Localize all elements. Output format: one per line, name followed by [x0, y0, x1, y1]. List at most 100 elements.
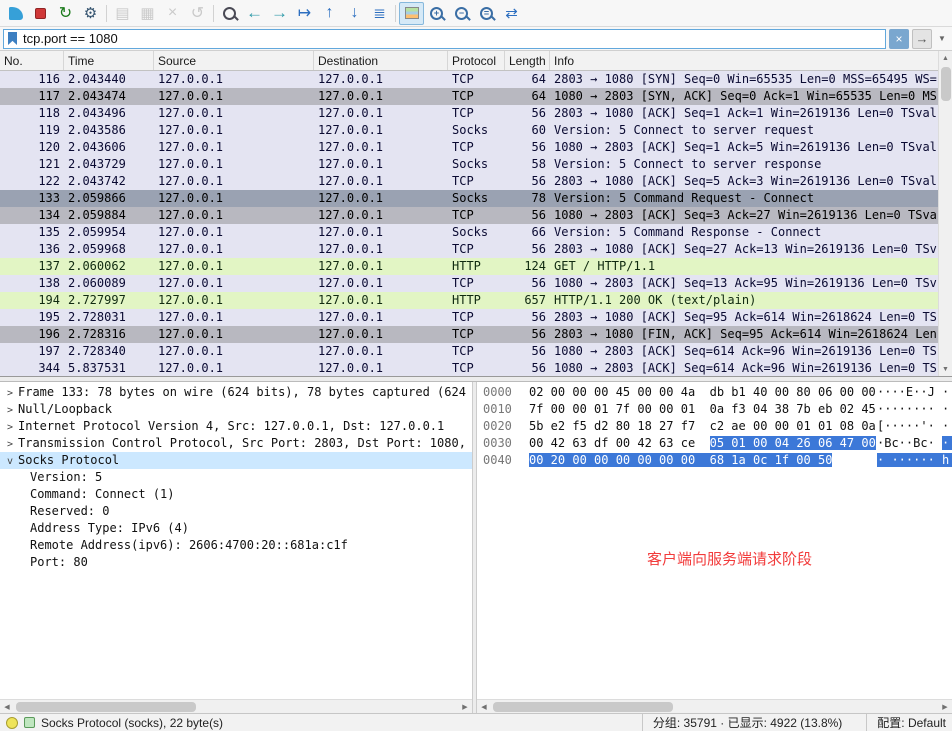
collapse-arrow-icon[interactable]: >	[2, 385, 18, 402]
detail-line[interactable]: vSocks Protocol	[0, 452, 472, 469]
detail-line[interactable]: >Internet Protocol Version 4, Src: 127.0…	[0, 418, 472, 435]
packet-list-scrollbar[interactable]: ▲ ▼	[938, 51, 952, 376]
packet-row[interactable]: 1372.060062127.0.0.1127.0.0.1HTTP124GET …	[0, 258, 938, 275]
detail-line[interactable]: >Null/Loopback	[0, 401, 472, 418]
scrollbar-thumb[interactable]	[16, 702, 196, 712]
zoom-in-button[interactable]: +	[424, 2, 449, 25]
hex-line[interactable]: 000002 00 00 00 45 00 00 4a db b1 40 00 …	[483, 384, 952, 401]
stop-capture-button[interactable]	[28, 2, 53, 25]
hex-bytes[interactable]: 02 00 00 00 45 00 00 4a db b1 40 00 80 0…	[529, 384, 877, 401]
detail-line[interactable]: >Frame 133: 78 bytes on wire (624 bits),…	[0, 384, 472, 401]
column-header-info[interactable]: Info	[550, 51, 938, 70]
capture-options-button[interactable]: ⚙	[78, 2, 103, 25]
scroll-right-icon[interactable]: ▶	[938, 700, 952, 714]
collapse-arrow-icon[interactable]: >	[2, 402, 18, 419]
packet-row[interactable]: 1342.059884127.0.0.1127.0.0.1TCP561080 →…	[0, 207, 938, 224]
column-header-time[interactable]: Time	[64, 51, 154, 70]
cell-time: 2.043496	[64, 105, 154, 122]
hex-bytes[interactable]: 5b e2 f5 d2 80 18 27 f7 c2 ae 00 00 01 0…	[529, 418, 877, 435]
hex-ascii[interactable]: [·····'· ········	[877, 419, 952, 433]
display-filter-input[interactable]: tcp.port == 1080	[3, 29, 886, 49]
column-header-source[interactable]: Source	[154, 51, 314, 70]
hex-bytes[interactable]: 00 20 00 00 00 00 00 00 68 1a 0c 1f 00 5…	[529, 452, 877, 469]
scroll-left-icon[interactable]: ◀	[0, 700, 14, 714]
hex-ascii[interactable]: ····E··J ··@·····	[877, 385, 952, 399]
column-header-destination[interactable]: Destination	[314, 51, 448, 70]
capture-comment-icon[interactable]	[24, 717, 35, 728]
expand-arrow-icon[interactable]: v	[2, 453, 18, 470]
column-header-protocol[interactable]: Protocol	[448, 51, 505, 70]
open-file-button[interactable]: ▤	[110, 2, 135, 25]
collapse-arrow-icon[interactable]: >	[2, 419, 18, 436]
packet-row[interactable]: 1192.043586127.0.0.1127.0.0.1Socks60Vers…	[0, 122, 938, 139]
packet-row[interactable]: 3445.837531127.0.0.1127.0.0.1TCP561080 →…	[0, 360, 938, 377]
go-forward-button[interactable]: →	[267, 2, 292, 25]
column-header-length[interactable]: Length	[505, 51, 550, 70]
hex-ascii[interactable]: · ······ h····P	[877, 453, 952, 467]
details-hscroll-track[interactable]	[14, 700, 458, 713]
status-profile[interactable]: 配置: Default	[866, 714, 946, 731]
zoom-out-button[interactable]: −	[449, 2, 474, 25]
start-capture-button[interactable]	[3, 2, 28, 25]
hex-line[interactable]: 00205b e2 f5 d2 80 18 27 f7 c2 ae 00 00 …	[483, 418, 952, 435]
restart-capture-button[interactable]: ↻	[53, 2, 78, 25]
filter-bookmark-icon[interactable]	[8, 32, 17, 45]
hex-line[interactable]: 00107f 00 00 01 7f 00 00 01 0a f3 04 38 …	[483, 401, 952, 418]
filter-apply-button[interactable]: →	[912, 29, 932, 49]
filter-dropdown-icon[interactable]: ▼	[935, 29, 949, 49]
scroll-up-icon[interactable]: ▲	[939, 51, 952, 65]
scroll-right-icon[interactable]: ▶	[458, 700, 472, 714]
packet-row[interactable]: 1942.727997127.0.0.1127.0.0.1HTTP657HTTP…	[0, 292, 938, 309]
hex-bytes[interactable]: 7f 00 00 01 7f 00 00 01 0a f3 04 38 7b e…	[529, 401, 877, 418]
packet-row[interactable]: 1352.059954127.0.0.1127.0.0.1Socks66Vers…	[0, 224, 938, 241]
go-back-button[interactable]: ←	[242, 2, 267, 25]
reload-file-button[interactable]: ↺	[185, 2, 210, 25]
scrollbar-thumb[interactable]	[941, 67, 951, 101]
hex-bytes[interactable]: 00 42 63 df 00 42 63 ce 05 01 00 04 26 0…	[529, 435, 877, 452]
detail-line[interactable]: Reserved: 0	[0, 503, 472, 520]
scroll-down-icon[interactable]: ▼	[939, 362, 952, 376]
filter-text[interactable]: tcp.port == 1080	[23, 31, 881, 46]
detail-line[interactable]: Port: 80	[0, 554, 472, 571]
expert-info-icon[interactable]	[6, 717, 18, 729]
column-header-no[interactable]: No.	[0, 51, 64, 70]
hex-ascii[interactable]: ········ ···8{··E	[877, 402, 952, 416]
go-to-packet-button[interactable]: ↦	[292, 2, 317, 25]
colorize-packets-button[interactable]	[399, 2, 424, 25]
auto-scroll-button[interactable]: ≣	[367, 2, 392, 25]
packet-row[interactable]: 1362.059968127.0.0.1127.0.0.1TCP562803 →…	[0, 241, 938, 258]
detail-line[interactable]: Remote Address(ipv6): 2606:4700:20::681a…	[0, 537, 472, 554]
packet-row[interactable]: 1212.043729127.0.0.1127.0.0.1Socks58Vers…	[0, 156, 938, 173]
packet-row[interactable]: 1382.060089127.0.0.1127.0.0.1TCP561080 →…	[0, 275, 938, 292]
hex-ascii[interactable]: ·Bc··Bc· ····&·G·	[877, 436, 952, 450]
save-file-button[interactable]: ▦	[135, 2, 160, 25]
packet-row[interactable]: 1202.043606127.0.0.1127.0.0.1TCP561080 →…	[0, 139, 938, 156]
packet-row[interactable]: 1332.059866127.0.0.1127.0.0.1Socks78Vers…	[0, 190, 938, 207]
detail-line[interactable]: Address Type: IPv6 (4)	[0, 520, 472, 537]
find-packet-button[interactable]	[217, 2, 242, 25]
detail-line[interactable]: Version: 5	[0, 469, 472, 486]
detail-line[interactable]: Command: Connect (1)	[0, 486, 472, 503]
hex-line[interactable]: 003000 42 63 df 00 42 63 ce 05 01 00 04 …	[483, 435, 952, 452]
packet-row[interactable]: 1952.728031127.0.0.1127.0.0.1TCP562803 →…	[0, 309, 938, 326]
resize-columns-button[interactable]: ⇄	[499, 2, 524, 25]
go-last-packet-button[interactable]: ↓	[342, 2, 367, 25]
packet-row[interactable]: 1972.728340127.0.0.1127.0.0.1TCP561080 →…	[0, 343, 938, 360]
scroll-left-icon[interactable]: ◀	[477, 700, 491, 714]
filter-clear-button[interactable]: ×	[889, 29, 909, 49]
packet-row[interactable]: 1962.728316127.0.0.1127.0.0.1TCP562803 →…	[0, 326, 938, 343]
packet-row[interactable]: 1222.043742127.0.0.1127.0.0.1TCP562803 →…	[0, 173, 938, 190]
go-first-packet-button[interactable]: ↑	[317, 2, 342, 25]
detail-line[interactable]: >Transmission Control Protocol, Src Port…	[0, 435, 472, 452]
collapse-arrow-icon[interactable]: >	[2, 436, 18, 453]
packet-row[interactable]: 1162.043440127.0.0.1127.0.0.1TCP642803 →…	[0, 71, 938, 88]
close-file-button[interactable]: ×	[160, 2, 185, 25]
hex-line[interactable]: 004000 20 00 00 00 00 00 00 68 1a 0c 1f …	[483, 452, 952, 469]
packet-row[interactable]: 1182.043496127.0.0.1127.0.0.1TCP562803 →…	[0, 105, 938, 122]
bytes-hscrollbar[interactable]: ◀ ▶	[477, 699, 952, 713]
details-hscrollbar[interactable]: ◀ ▶	[0, 699, 472, 713]
bytes-hscroll-track[interactable]	[491, 700, 938, 713]
zoom-100-button[interactable]: =	[474, 2, 499, 25]
packet-row[interactable]: 1172.043474127.0.0.1127.0.0.1TCP641080 →…	[0, 88, 938, 105]
scrollbar-thumb[interactable]	[493, 702, 673, 712]
